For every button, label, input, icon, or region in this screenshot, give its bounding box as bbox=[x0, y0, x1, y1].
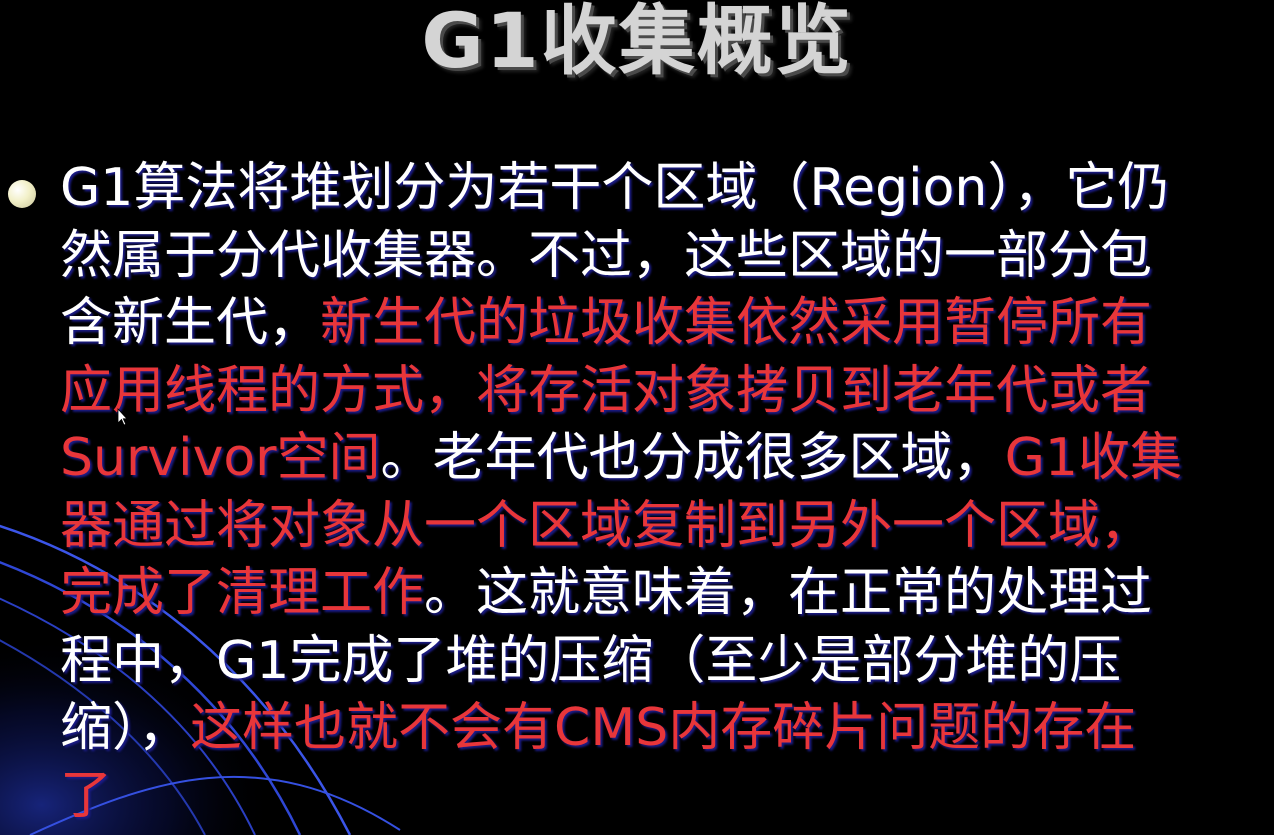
body-text-segment: 然属于分代收集器。不过，这些区域的一部分包 bbox=[60, 225, 1153, 286]
highlighted-text: 应用线程的方式，将存活对象拷贝到老年代或者 bbox=[60, 360, 1153, 421]
highlighted-text: 新生代的垃圾收集依然采用暂停所有 bbox=[320, 293, 1153, 353]
body-text-segment: 程中，G1完成了堆的压缩（至少是部分堆的压 bbox=[60, 630, 1122, 691]
body-text-segment: 缩）， bbox=[60, 698, 191, 758]
paragraph-line: 程中，G1完成了堆的压缩（至少是部分堆的压 bbox=[60, 628, 1268, 696]
paragraph-line: 器通过将对象从一个区域复制到另外一个区域， bbox=[60, 493, 1268, 561]
body-text-segment: 。老年代也分成很多区域， bbox=[380, 428, 1005, 488]
paragraph-line: 应用线程的方式，将存活对象拷贝到老年代或者 bbox=[60, 358, 1268, 426]
highlighted-text: 完成了清理工作 bbox=[60, 563, 425, 623]
mouse-cursor-icon bbox=[117, 408, 127, 426]
paragraph-line: 然属于分代收集器。不过，这些区域的一部分包 bbox=[60, 223, 1268, 291]
slide-title: G1收集概览 bbox=[421, 0, 853, 85]
paragraph-line: 了 bbox=[60, 763, 1268, 831]
highlighted-text: G1收集 bbox=[1004, 428, 1182, 488]
highlighted-text: 器通过将对象从一个区域复制到另外一个区域， bbox=[60, 495, 1153, 556]
body-text-segment: 。这就意味着，在正常的处理过 bbox=[424, 563, 1153, 623]
paragraph-line: 缩），这样也就不会有CMS内存碎片问题的存在 bbox=[60, 695, 1268, 763]
highlighted-text: Survivor空间 bbox=[60, 428, 381, 488]
paragraph-line: 完成了清理工作。这就意味着，在正常的处理过 bbox=[60, 560, 1268, 628]
paragraph-line: G1算法将堆划分为若干个区域（Region），它仍 bbox=[60, 155, 1268, 223]
bullet-paragraph: G1算法将堆划分为若干个区域（Region），它仍 然属于分代收集器。不过，这些区… bbox=[60, 155, 1268, 830]
paragraph-line: Survivor空间。老年代也分成很多区域，G1收集 bbox=[60, 425, 1268, 493]
highlighted-text: 这样也就不会有CMS内存碎片问题的存在 bbox=[190, 698, 1137, 758]
highlighted-text: 了 bbox=[60, 765, 113, 826]
body-text-segment: 含新生代， bbox=[60, 293, 321, 353]
bullet-icon bbox=[8, 180, 36, 208]
body-text-segment: G1算法将堆划分为若干个区域（Region），它仍 bbox=[60, 158, 1170, 218]
paragraph-line: 含新生代，新生代的垃圾收集依然采用暂停所有 bbox=[60, 290, 1268, 358]
slide: G1收集概览 G1算法将堆划分为若干个区域（Region），它仍 然属于分代收集器… bbox=[0, 0, 1274, 835]
